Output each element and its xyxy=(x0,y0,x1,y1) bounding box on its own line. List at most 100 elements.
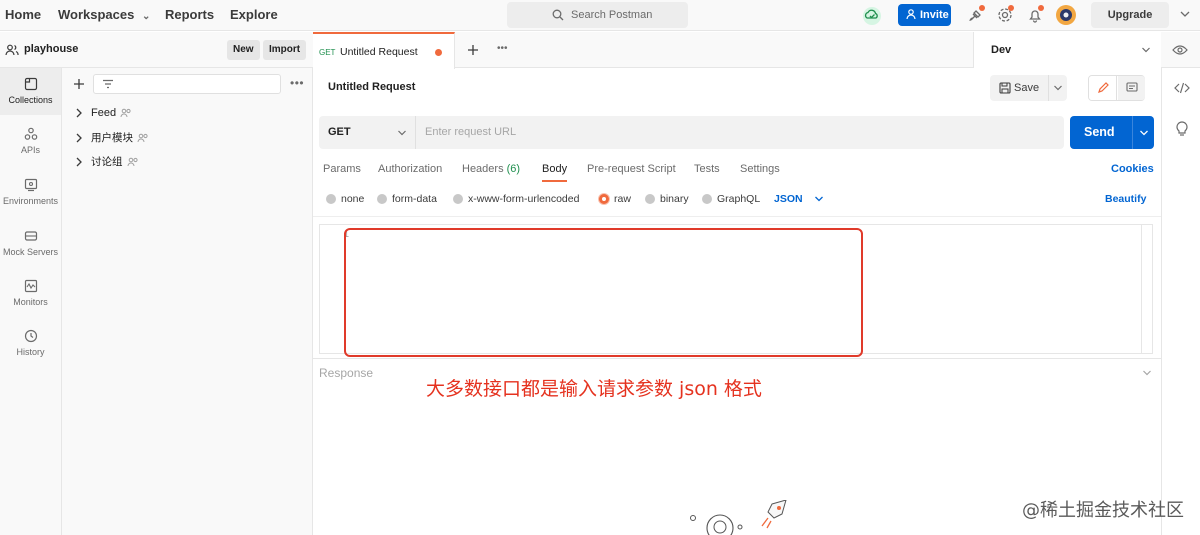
body-option-form-data[interactable]: form-data xyxy=(377,193,437,205)
list-item[interactable]: 讨论组 xyxy=(75,154,139,169)
eye-icon[interactable] xyxy=(1172,44,1188,56)
unsaved-dot[interactable] xyxy=(435,49,442,56)
editor-scrollbar[interactable] xyxy=(1141,225,1142,353)
invite-button[interactable]: Invite xyxy=(898,4,951,26)
body-option-binary[interactable]: binary xyxy=(645,193,689,205)
tab-title: Untitled Request xyxy=(340,46,418,58)
more-tabs-icon[interactable]: ••• xyxy=(497,44,508,54)
add-user-icon xyxy=(906,9,917,20)
chevron-right-icon xyxy=(75,157,87,167)
new-button[interactable]: New xyxy=(227,40,260,60)
gear-icon[interactable] xyxy=(996,5,1014,24)
mock-servers-icon xyxy=(0,229,61,243)
body-option-graphql[interactable]: GraphQL xyxy=(702,193,760,205)
apis-icon xyxy=(0,127,61,141)
method-select[interactable]: GET xyxy=(319,116,416,149)
tab-params[interactable]: Params xyxy=(323,163,361,175)
tab-body[interactable]: Body xyxy=(542,163,567,182)
chevron-right-icon xyxy=(75,133,87,143)
tab-method: GET xyxy=(319,48,336,57)
body-option-label: x-www-form-urlencoded xyxy=(468,193,580,205)
annotation-text: 大多数接口都是输入请求参数 json 格式 xyxy=(426,378,762,400)
sidebar-item-label: History xyxy=(16,347,45,357)
collection-name: 用户模块 xyxy=(91,132,133,144)
filter-icon xyxy=(102,79,114,89)
tab-authorization[interactable]: Authorization xyxy=(378,163,442,175)
cookies-link[interactable]: Cookies xyxy=(1111,163,1154,175)
chevron-right-icon xyxy=(75,108,87,118)
users-icon xyxy=(5,44,19,56)
monitors-icon xyxy=(0,279,61,293)
save-dropdown-chevron-icon[interactable] xyxy=(1048,75,1067,101)
tab-headers-label: Headers xyxy=(462,163,504,175)
shared-users-icon xyxy=(120,108,132,118)
lightbulb-icon[interactable] xyxy=(1175,120,1189,136)
chevron-down-icon xyxy=(397,128,407,138)
sidebar-item-label: APIs xyxy=(20,145,40,155)
more-options-icon[interactable]: ••• xyxy=(290,77,304,89)
sidebar-item-mock-servers[interactable]: Mock Servers xyxy=(0,229,61,257)
save-button[interactable]: Save xyxy=(990,75,1046,101)
chevron-down-icon[interactable] xyxy=(1179,8,1197,26)
chevron-down-icon[interactable] xyxy=(1142,368,1152,378)
sidebar-item-label: Environments xyxy=(2,196,59,206)
body-option-label: binary xyxy=(660,193,689,205)
body-option-label: form-data xyxy=(392,193,437,205)
radio-icon xyxy=(453,194,463,204)
sidebar-item-history[interactable]: History xyxy=(0,329,61,357)
comment-icon[interactable] xyxy=(1118,76,1145,100)
body-option-none[interactable]: none xyxy=(326,193,364,205)
environment-selector[interactable]: Dev xyxy=(973,32,1161,68)
response-label[interactable]: Response xyxy=(319,366,373,380)
bell-icon[interactable] xyxy=(1026,5,1044,24)
tab-pre-request-script[interactable]: Pre-request Script xyxy=(587,163,676,175)
tab-settings[interactable]: Settings xyxy=(740,163,780,175)
tab-headers[interactable]: Headers (6) xyxy=(462,163,520,175)
request-url-bar: GET Enter request URL xyxy=(319,116,1064,149)
sidebar-item-collections[interactable]: Collections xyxy=(0,68,61,115)
send-button[interactable]: Send xyxy=(1070,116,1154,149)
nav-explore[interactable]: Explore xyxy=(230,0,278,30)
nav-home[interactable]: Home xyxy=(5,0,41,30)
sidebar-item-monitors[interactable]: Monitors xyxy=(0,279,61,307)
nav-workspaces-label: Workspaces xyxy=(58,7,135,22)
tab-untitled-request[interactable]: GET Untitled Request xyxy=(313,32,455,69)
nav-reports[interactable]: Reports xyxy=(165,0,214,30)
edit-pencil-icon[interactable] xyxy=(1089,76,1117,100)
sidebar-item-apis[interactable]: APIs xyxy=(0,127,61,155)
list-item[interactable]: 用户模块 xyxy=(75,130,149,145)
import-button[interactable]: Import xyxy=(263,40,307,60)
nav-workspaces[interactable]: Workspaces ⌄ xyxy=(58,0,150,30)
send-dropdown-chevron-icon[interactable] xyxy=(1132,116,1154,149)
invite-label: Invite xyxy=(920,9,949,21)
new-tab-icon[interactable] xyxy=(467,44,479,56)
url-placeholder: Enter request URL xyxy=(425,126,517,138)
request-url-input[interactable]: Enter request URL xyxy=(417,116,1063,149)
tab-tests[interactable]: Tests xyxy=(694,163,720,175)
avatar[interactable] xyxy=(1055,4,1077,26)
upgrade-button[interactable]: Upgrade xyxy=(1091,2,1169,28)
body-format-select[interactable]: JSON xyxy=(774,193,824,205)
collections-filter-input[interactable] xyxy=(93,74,281,94)
body-option-urlencoded[interactable]: x-www-form-urlencoded xyxy=(453,193,579,205)
save-label: Save xyxy=(1014,82,1040,94)
search-icon xyxy=(552,9,564,21)
beautify-link[interactable]: Beautify xyxy=(1105,193,1146,205)
workspace-name[interactable]: playhouse xyxy=(24,43,78,55)
radio-icon xyxy=(377,194,387,204)
plus-icon[interactable] xyxy=(73,78,85,90)
sidebar-item-environments[interactable]: Environments xyxy=(0,178,61,206)
left-nav: Collections APIs Environments Mock Serve… xyxy=(0,68,62,535)
sidebar-item-label: Mock Servers xyxy=(2,247,58,257)
collections-icon xyxy=(0,77,61,91)
body-option-label: raw xyxy=(614,193,631,205)
code-icon[interactable] xyxy=(1174,82,1190,94)
response-divider xyxy=(313,358,1161,359)
list-item[interactable]: Feed xyxy=(75,107,132,119)
search-input[interactable]: Search Postman xyxy=(507,2,688,28)
sync-status-icon[interactable] xyxy=(862,6,881,25)
body-option-raw[interactable]: raw xyxy=(599,193,631,205)
headers-count-badge: (6) xyxy=(506,163,521,175)
request-title[interactable]: Untitled Request xyxy=(328,81,415,93)
satellite-icon[interactable] xyxy=(967,5,985,24)
